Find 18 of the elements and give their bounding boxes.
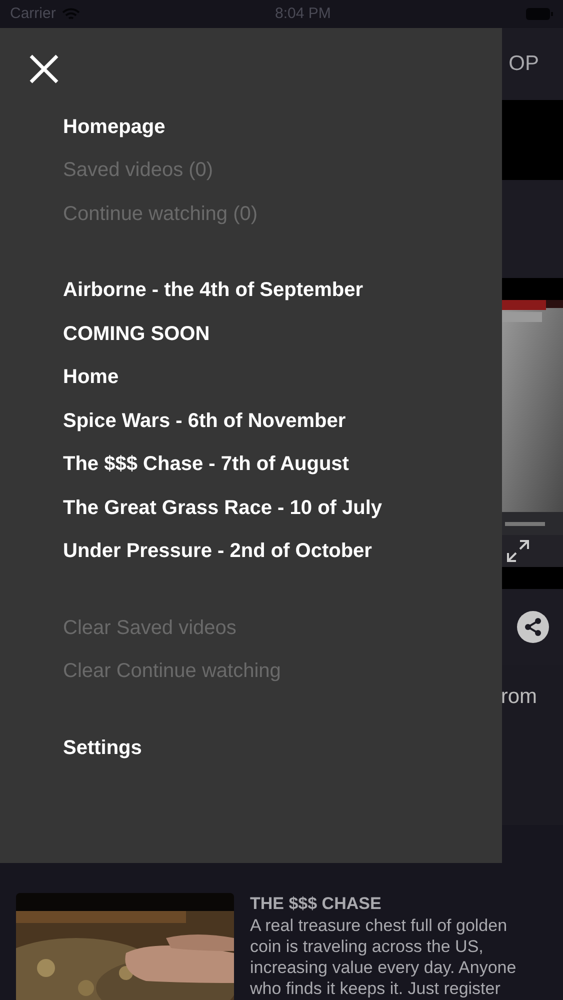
fullscreen-icon — [507, 540, 529, 562]
menu-item[interactable]: The $$$ Chase - 7th of August — [63, 442, 502, 486]
menu-item[interactable]: Homepage — [63, 105, 502, 148]
carrier-label: Carrier — [10, 4, 56, 24]
menu-item[interactable]: Under Pressure - 2nd of October — [63, 530, 502, 573]
nav-title: OP — [508, 51, 539, 78]
description-snippet: rom — [500, 684, 537, 710]
menu-item[interactable]: Home — [63, 356, 502, 399]
menu-item[interactable]: Spice Wars - 6th of November — [63, 399, 502, 442]
menu-item[interactable]: Settings — [63, 726, 502, 770]
menu-item[interactable]: Airborne - the 4th of September — [63, 268, 502, 312]
close-button[interactable] — [28, 53, 60, 85]
card-description: A real treasure chest full of golden coin is traveling across the US, increasing value every day. Anyone who finds it keeps it. Just register — [250, 915, 518, 999]
menu-item[interactable]: COMING SOON — [63, 312, 502, 356]
status-time: 8:04 PM — [274, 4, 331, 24]
menu-item[interactable]: The Great Grass Race - 10 of July — [63, 486, 502, 530]
share-icon[interactable] — [517, 611, 549, 643]
card-title: THE $$$ CHASE — [250, 893, 382, 915]
